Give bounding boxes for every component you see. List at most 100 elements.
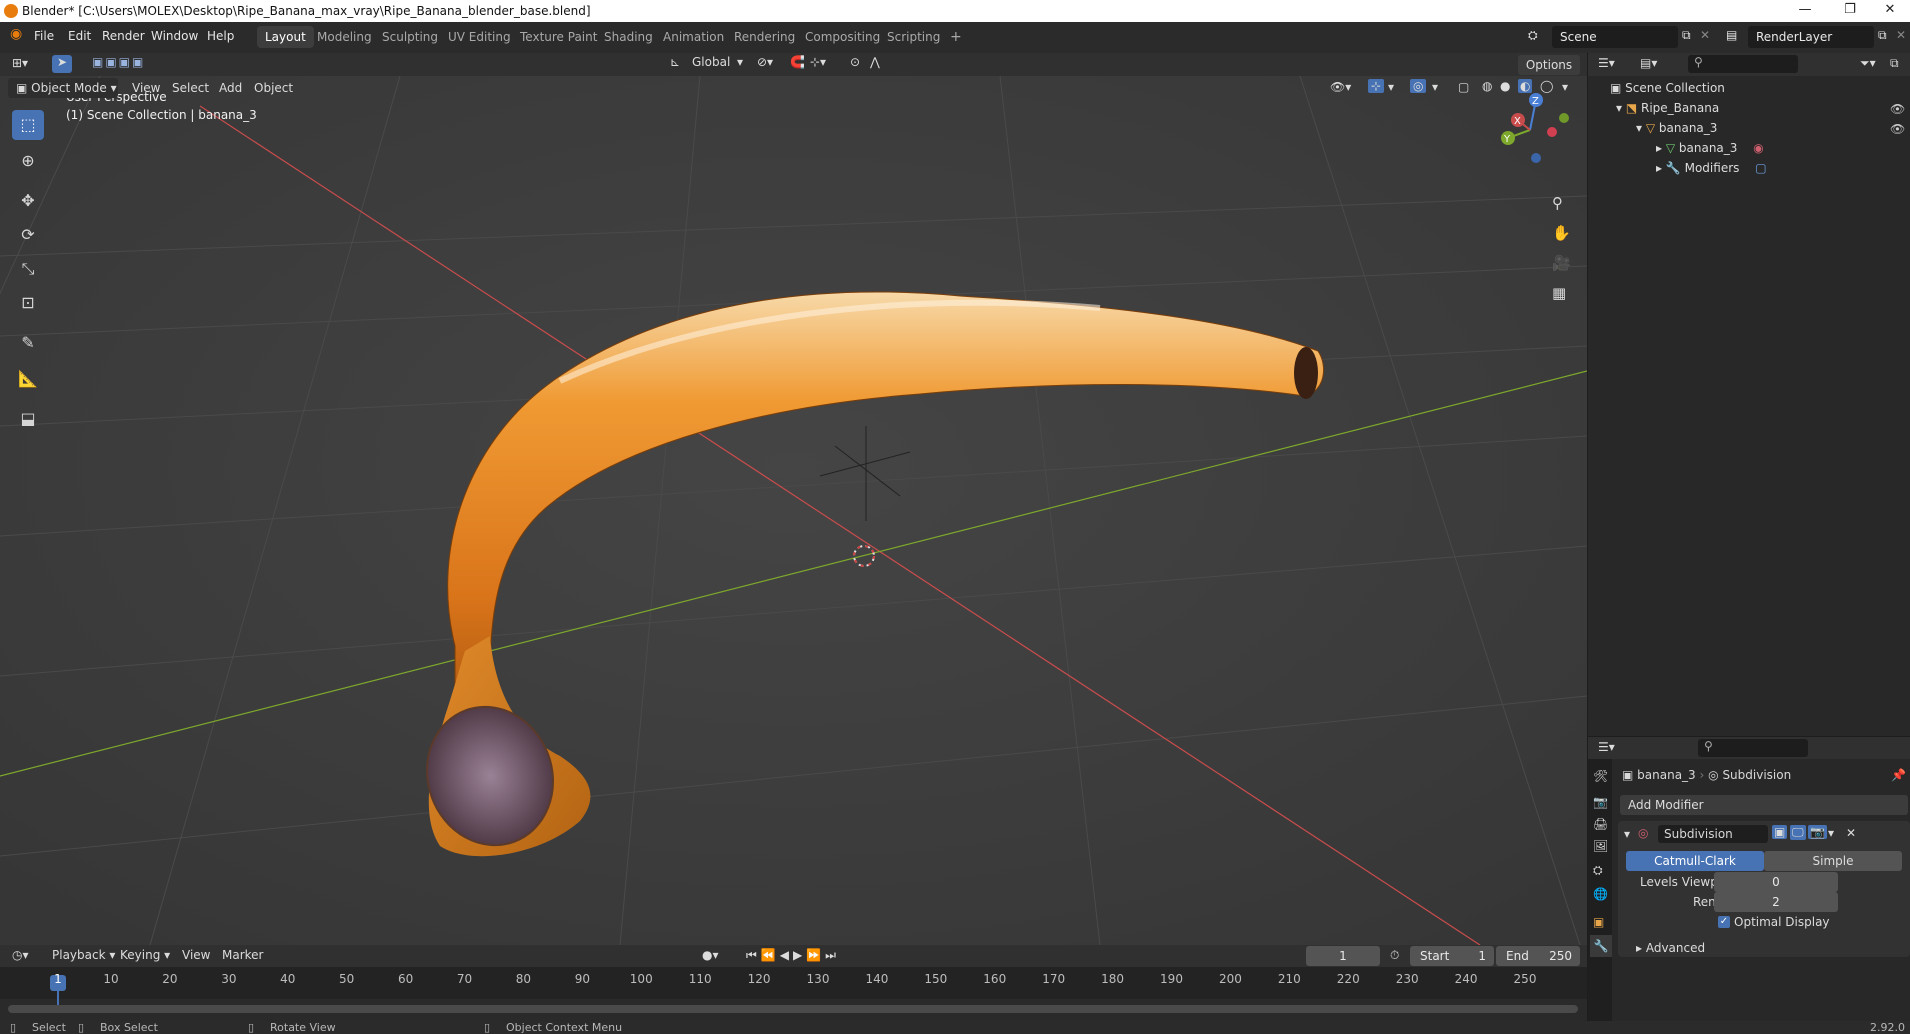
- solid-shading-icon[interactable]: ●: [1500, 79, 1510, 93]
- pivot-icon[interactable]: ⊘▾: [757, 55, 773, 69]
- record-icon[interactable]: ●▾: [702, 948, 719, 962]
- tab-animation[interactable]: Animation: [655, 26, 732, 48]
- outliner-item-banana-mesh[interactable]: ▸ ▽ banana_3 ◉: [1656, 138, 1764, 158]
- snap-target-icon[interactable]: ⊹▾: [810, 55, 826, 69]
- 3d-viewport[interactable]: User Perspective (1) Scene Collection | …: [0, 76, 1587, 945]
- view-menu[interactable]: View: [132, 81, 160, 95]
- wireframe-shading-icon[interactable]: ◍: [1482, 79, 1492, 93]
- object-tab-icon[interactable]: ▣: [1593, 915, 1604, 929]
- current-frame-field[interactable]: 1: [1306, 946, 1380, 966]
- preview-range-icon[interactable]: ⏱: [1390, 948, 1399, 963]
- outliner-item-ripe-banana[interactable]: ▾ ⬔ Ripe_Banana: [1616, 98, 1719, 118]
- add-cube-tool-icon[interactable]: ⬓: [12, 404, 44, 434]
- tab-uv-editing[interactable]: UV Editing: [440, 26, 519, 48]
- proportional-edit-icon[interactable]: ⊙: [850, 55, 860, 69]
- add-menu[interactable]: Add: [219, 81, 242, 95]
- new-scene-icon[interactable]: ⧉: [1682, 28, 1691, 43]
- visibility-eye-icon[interactable]: 👁: [1890, 102, 1905, 116]
- advanced-section[interactable]: ▸ Advanced: [1636, 941, 1705, 955]
- orientation-chevron-icon[interactable]: ▾: [737, 55, 743, 69]
- selection-mode-icons[interactable]: ▣▣▣▣: [92, 55, 145, 69]
- edit-mode-toggle-icon[interactable]: ▣: [1772, 825, 1788, 839]
- menu-edit[interactable]: Edit: [68, 29, 91, 43]
- visibility-eye-icon[interactable]: 👁: [1890, 122, 1905, 136]
- camera-view-icon[interactable]: 🎥: [1552, 254, 1571, 272]
- timeline-view-menu[interactable]: View: [182, 948, 210, 962]
- blender-menu-icon[interactable]: ◉: [10, 26, 22, 42]
- orientation-icon[interactable]: ⊾: [670, 55, 680, 69]
- add-modifier-button[interactable]: Add Modifier: [1620, 795, 1908, 815]
- collapse-chevron-icon[interactable]: ▸: [1656, 141, 1666, 155]
- properties-editor-icon[interactable]: ☰▾: [1598, 740, 1615, 754]
- cursor-tool-icon[interactable]: ⊕: [12, 146, 44, 176]
- collapse-chevron-icon[interactable]: ▸: [1656, 161, 1666, 175]
- viewport-toggle-icon[interactable]: 🖵: [1790, 825, 1806, 840]
- outliner-item-banana-object[interactable]: ▾ ▽ banana_3: [1636, 118, 1717, 138]
- start-frame-field[interactable]: Start 1: [1410, 946, 1494, 966]
- close-button[interactable]: ✕: [1870, 2, 1910, 20]
- scale-tool-icon[interactable]: ⤡: [12, 254, 44, 284]
- modifier-tab-icon[interactable]: 🔧: [1590, 935, 1612, 957]
- tool-tab-icon[interactable]: 🛠: [1593, 769, 1608, 783]
- gizmo-toggle-icon[interactable]: ⊹: [1368, 79, 1385, 93]
- tab-texture-paint[interactable]: Texture Paint: [512, 26, 605, 48]
- playback-controls[interactable]: ⏮⏪◀▶⏩⏭: [746, 948, 840, 963]
- properties-search-input[interactable]: ⚲: [1698, 739, 1808, 757]
- outliner-editor-icon[interactable]: ☰▾: [1598, 56, 1615, 70]
- tab-rendering[interactable]: Rendering: [726, 26, 803, 48]
- mode-select[interactable]: ▣ Object Mode ▾: [8, 78, 118, 98]
- render-levels-field[interactable]: 2: [1714, 892, 1838, 912]
- pin-icon[interactable]: 📌: [1891, 768, 1906, 782]
- object-menu[interactable]: Object: [254, 81, 293, 95]
- transform-tool-icon[interactable]: ⊡: [12, 288, 44, 318]
- overlay-toggle-icon[interactable]: ◎: [1410, 79, 1427, 93]
- editor-type-icon[interactable]: ⊞▾: [12, 56, 28, 70]
- playback-menu[interactable]: Playback ▾: [52, 948, 115, 962]
- rotate-tool-icon[interactable]: ⟳: [12, 220, 44, 250]
- world-tab-icon[interactable]: 🌐: [1593, 887, 1608, 901]
- delete-scene-icon[interactable]: ✕: [1700, 28, 1710, 42]
- catmull-clark-button[interactable]: Catmull-Clark: [1626, 851, 1764, 871]
- maximize-button[interactable]: ❐: [1830, 2, 1870, 20]
- material-shading-icon[interactable]: ◐: [1518, 79, 1533, 93]
- perspective-toggle-icon[interactable]: ▦: [1552, 284, 1566, 302]
- render-toggle-icon[interactable]: 📷: [1808, 825, 1827, 839]
- output-tab-icon[interactable]: 🖨: [1593, 817, 1608, 831]
- remove-modifier-icon[interactable]: ✕: [1846, 826, 1856, 840]
- shading-chevron-icon[interactable]: ▾: [1562, 80, 1568, 94]
- render-layer-field[interactable]: RenderLayer: [1748, 26, 1874, 48]
- outliner-search-input[interactable]: ⚲: [1688, 55, 1798, 73]
- delete-layer-icon[interactable]: ✕: [1896, 28, 1906, 42]
- tab-sculpting[interactable]: Sculpting: [374, 26, 446, 48]
- keying-menu[interactable]: Keying ▾: [120, 948, 170, 962]
- expand-chevron-icon[interactable]: ▾: [1636, 121, 1646, 135]
- new-layer-icon[interactable]: ⧉: [1878, 28, 1887, 43]
- tab-shading[interactable]: Shading: [596, 26, 661, 48]
- gizmo-chevron-icon[interactable]: ▾: [1388, 80, 1394, 94]
- tab-compositing[interactable]: Compositing: [797, 26, 888, 48]
- modifier-name-input[interactable]: Subdivision: [1658, 825, 1768, 843]
- snap-icon[interactable]: 🧲: [790, 55, 805, 69]
- outliner-item-modifiers[interactable]: ▸ 🔧 Modifiers ▢: [1656, 158, 1767, 178]
- minimize-button[interactable]: —: [1785, 2, 1825, 20]
- menu-help[interactable]: Help: [207, 29, 234, 43]
- transform-orientation-select[interactable]: Global: [692, 55, 730, 69]
- render-layer-icon[interactable]: ▤: [1726, 28, 1737, 42]
- optimal-display-checkbox[interactable]: ✓: [1718, 916, 1730, 928]
- tab-scripting[interactable]: Scripting: [879, 26, 948, 48]
- menu-window[interactable]: Window: [151, 29, 198, 43]
- view-layer-tab-icon[interactable]: 🖼: [1593, 839, 1608, 853]
- select-box-tool-icon[interactable]: ⬚: [12, 110, 44, 140]
- timeline-editor-icon[interactable]: ◷▾: [12, 948, 29, 962]
- collapse-chevron-icon[interactable]: ▾: [1624, 827, 1630, 841]
- measure-tool-icon[interactable]: 📐: [12, 364, 44, 394]
- outliner-root[interactable]: ▣ Scene Collection: [1610, 78, 1725, 98]
- falloff-icon[interactable]: ⋀: [870, 55, 880, 69]
- timeline-scrollbar[interactable]: [8, 1005, 1578, 1013]
- navigation-gizmo[interactable]: Z Y X: [1490, 90, 1570, 170]
- levels-viewport-field[interactable]: 0: [1714, 872, 1838, 892]
- menu-render[interactable]: Render: [102, 29, 145, 43]
- pan-hand-icon[interactable]: ✋: [1552, 224, 1571, 242]
- end-frame-field[interactable]: End 250: [1496, 946, 1580, 966]
- timeline-ruler[interactable]: 1 10 20 30 40 50 60 70 80 90 100 110 120 130 140 150 160…: [0, 967, 1587, 999]
